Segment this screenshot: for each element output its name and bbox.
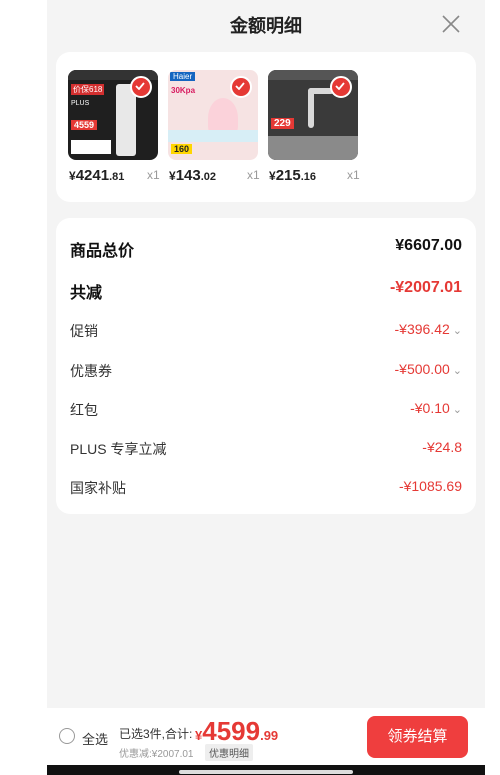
product-item[interactable]: 229 ¥215.16 x1 [268,70,366,184]
row-value: -¥2007.01 [389,279,462,296]
product-item[interactable]: 价保618 PLUS 4559 ¥4241.81 x1 [68,70,166,184]
row-label: 促销 [70,323,98,339]
row-value: -¥0.10 [410,400,450,416]
products-card: 价保618 PLUS 4559 ¥4241.81 x1 Haier 30Kpa [56,52,476,202]
thumb-label: 价保618 [71,84,105,95]
thumb-label: 4559 [71,120,98,130]
thumb-label: 30Kpa [171,86,196,95]
thumb-label: 229 [271,118,294,129]
home-indicator[interactable] [179,770,353,774]
row-label: 红包 [70,402,98,418]
product-price: ¥4241.81 x1 [69,167,160,184]
home-indicator-bar [47,765,485,775]
row-promotion[interactable]: 促销 -¥396.42 ⌄ [70,318,462,342]
row-total-discount: 共减 -¥2007.01 [70,278,462,302]
select-all-label[interactable]: 全选 [82,729,108,748]
thumb-label: Haier [170,72,196,81]
select-all-radio[interactable] [59,728,75,744]
selected-count-text: 已选3件,合计: [119,727,193,741]
chevron-down-icon: ⌄ [452,404,462,416]
chevron-down-icon: ⌄ [452,325,462,337]
row-value: -¥1085.69 [398,478,462,494]
sheet-header: 金额明细 [47,0,485,48]
faucet-product-image: 229 [268,70,358,160]
thumb-label: PLUS [71,100,90,107]
product-qty: x1 [347,168,360,182]
discount-summary-text: 优惠减:¥2007.01 [119,749,194,760]
row-total-price: 商品总价 ¥6607.00 [70,236,462,260]
sheet-title: 金额明细 [230,16,302,36]
row-label: 优惠券 [70,363,112,379]
product-item[interactable]: Haier 30Kpa 160 ¥143.02 x1 [168,70,266,184]
amount-detail-sheet: 金额明细 价保618 PLUS 4559 ¥4241.81 x1 Haier 3… [47,0,485,775]
discount-detail-button[interactable]: 优惠明细 [205,744,253,761]
row-label: 国家补贴 [70,480,126,496]
product-price: ¥215.16 x1 [269,167,360,184]
product-qty: x1 [147,168,160,182]
hair-dryer-product-image: Haier 30Kpa 160 [168,70,258,160]
row-coupon[interactable]: 优惠券 -¥500.00 ⌄ [70,358,462,382]
row-label: 共减 [70,285,103,302]
close-icon[interactable] [439,12,463,36]
price-summary-card: 商品总价 ¥6607.00 共减 -¥2007.01 促销 -¥396.42 ⌄ … [56,218,476,514]
row-plus-discount: PLUS 专享立减 -¥24.8 [70,436,462,460]
row-red-packet[interactable]: 红包 -¥0.10 ⌄ [70,397,462,421]
total-price: ¥4599.99 [195,716,279,746]
row-value: -¥396.42 [394,321,450,337]
selected-check-icon [130,76,152,98]
product-price: ¥143.02 x1 [169,167,260,184]
row-label: 商品总价 [70,243,135,260]
row-value: -¥24.8 [422,439,462,455]
selected-check-icon [230,76,252,98]
selected-check-icon [330,76,352,98]
checkout-button[interactable]: 领券结算 [367,716,468,758]
air-conditioner-product-image: 价保618 PLUS 4559 [68,70,158,160]
product-qty: x1 [247,168,260,182]
row-national-subsidy: 国家补贴 -¥1085.69 [70,475,462,499]
thumb-label: 160 [171,144,193,154]
row-label: PLUS 专享立减 [70,441,167,457]
row-value: ¥6607.00 [395,237,462,254]
row-value: -¥500.00 [394,361,450,377]
checkout-bar: 全选 已选3件,合计: ¥4599.99 优惠减:¥2007.01 优惠明细 领… [47,708,485,765]
chevron-down-icon: ⌄ [452,365,462,377]
